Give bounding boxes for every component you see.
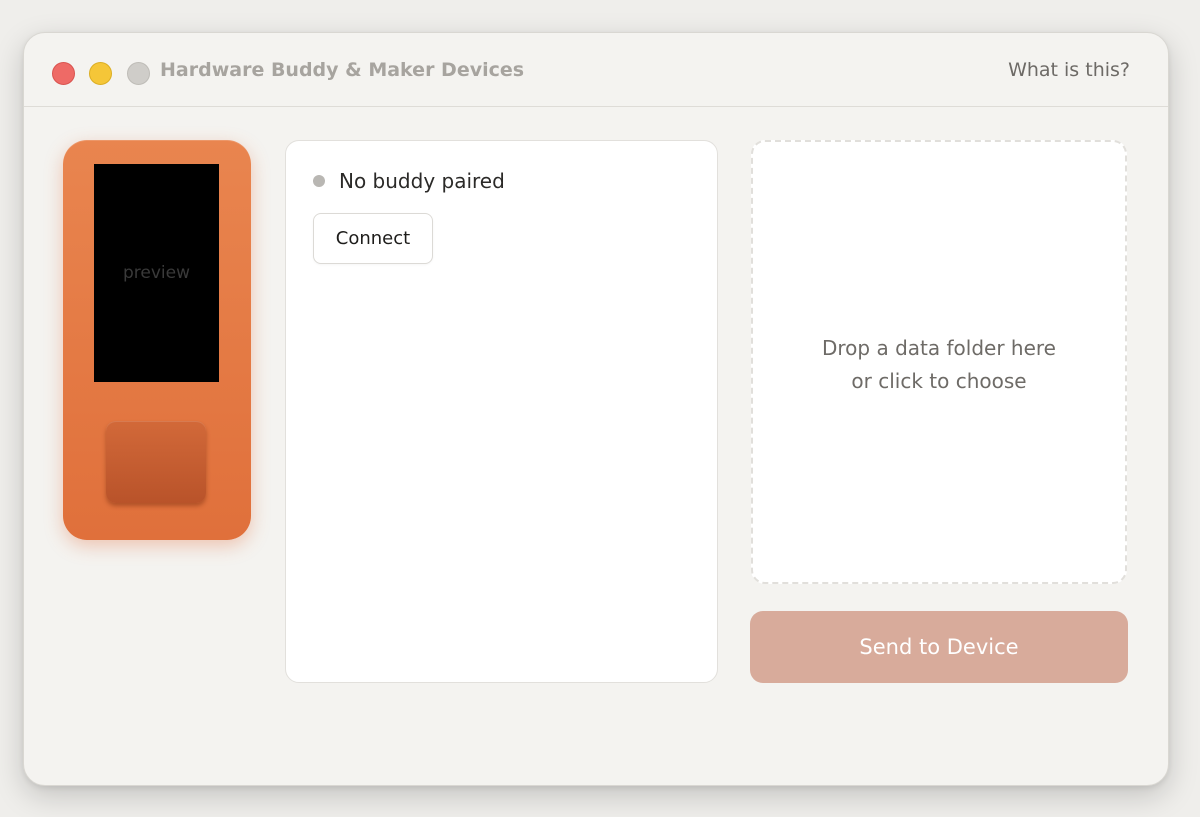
dropzone-instructions: Drop a data folder here or click to choo… xyxy=(753,332,1125,398)
preview-label: preview xyxy=(122,263,190,283)
status-dot-icon xyxy=(313,175,325,187)
data-folder-dropzone[interactable]: Drop a data folder here or click to choo… xyxy=(751,140,1127,584)
send-to-device-button[interactable]: Send to Device xyxy=(750,611,1128,683)
close-window-button[interactable] xyxy=(52,62,75,85)
window-title: Hardware Buddy & Maker Devices xyxy=(160,59,525,81)
app-window: Hardware Buddy & Maker Devices What is t… xyxy=(23,32,1169,786)
dropzone-line-2: or click to choose xyxy=(851,369,1027,393)
status-panel: No buddy paired Connect xyxy=(285,140,718,683)
minimize-window-button[interactable] xyxy=(89,62,112,85)
what-is-this-link[interactable]: What is this? xyxy=(1008,58,1130,82)
connect-button[interactable]: Connect xyxy=(313,213,433,264)
pairing-status: No buddy paired xyxy=(339,169,505,193)
device-hardware-button xyxy=(106,421,206,503)
device-screen: preview xyxy=(94,164,219,382)
device-preview: preview xyxy=(63,140,251,540)
dropzone-line-1: Drop a data folder here xyxy=(822,336,1056,360)
maximize-window-button[interactable] xyxy=(127,62,150,85)
title-bar: Hardware Buddy & Maker Devices What is t… xyxy=(24,33,1168,107)
